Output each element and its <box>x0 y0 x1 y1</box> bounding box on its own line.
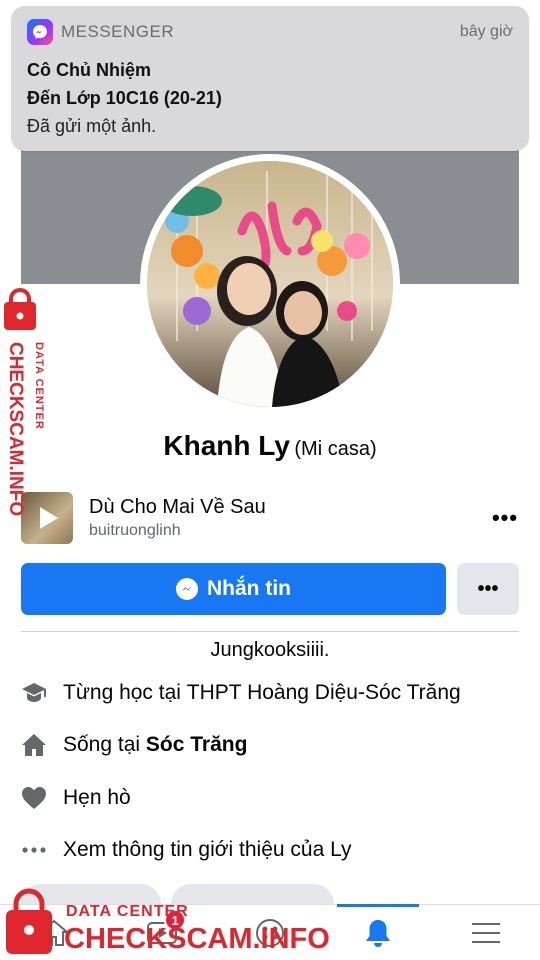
profile-picture <box>147 161 393 407</box>
info-lives-in[interactable]: Sống tại Sóc Trăng <box>21 725 519 765</box>
watermark-center-vertical: DATA CENTER <box>33 342 45 430</box>
messenger-app-icon <box>27 19 53 45</box>
notification-group: Đến Lớp 10C16 (20-21) <box>27 88 222 108</box>
profile-name-row: Khanh Ly (Mi casa) <box>0 430 540 462</box>
song-title: Dù Cho Mai Về Sau <box>89 496 266 518</box>
watermark-brand-vertical: CHECKSCAM.INFO <box>5 342 26 516</box>
song-artist: buitruonglinh <box>89 522 181 539</box>
hamburger-menu-icon <box>472 923 500 943</box>
message-button[interactable]: Nhắn tin <box>21 563 446 615</box>
song-more-button[interactable]: ••• <box>491 505 519 531</box>
side-watermark: CHECKSCAM.INFO DATA CENTER <box>4 288 45 516</box>
notification-app-name: MESSENGER <box>61 22 175 41</box>
home-icon <box>21 732 47 758</box>
lives-prefix: Sống tại <box>63 733 141 756</box>
lives-place: Sóc Trăng <box>145 733 248 756</box>
info-dating[interactable]: Hẹn hò <box>21 778 519 818</box>
profile-actions: Nhắn tin ••• <box>21 563 519 615</box>
see-about-label: Xem thông tin giới thiệu của Ly <box>63 838 352 861</box>
info-see-about[interactable]: Xem thông tin giới thiệu của Ly <box>21 830 519 870</box>
watermark-brand: CHECKSCAM.INFO <box>64 923 330 955</box>
divider <box>21 631 519 632</box>
bell-icon <box>366 920 390 947</box>
graduation-cap-icon <box>21 680 47 706</box>
active-tab-indicator <box>337 904 419 907</box>
heart-icon <box>21 785 47 811</box>
notification-time: bây giờ <box>459 23 513 40</box>
tab-notifications[interactable] <box>324 904 432 960</box>
watermark-center: DATA CENTER <box>66 903 189 920</box>
bottom-watermark: DATA CENTER CHECKSCAM.INFO <box>6 888 330 955</box>
notification-body: Đã gửi một ảnh. <box>27 116 157 136</box>
more-dots-icon <box>21 837 47 863</box>
message-button-label: Nhắn tin <box>207 577 291 600</box>
profile-music[interactable]: Dù Cho Mai Về Sau buitruonglinh ••• <box>21 490 519 546</box>
profile-name: Khanh Ly <box>163 430 290 461</box>
profile-picture-frame[interactable] <box>140 154 400 414</box>
more-options-button[interactable]: ••• <box>457 563 519 615</box>
info-education[interactable]: Từng học tại THPT Hoàng Diệu-Sóc Trăng <box>21 673 519 713</box>
dating-label: Hẹn hò <box>63 786 131 809</box>
tab-menu[interactable] <box>432 905 540 960</box>
profile-bio: Jungkooksiiii. <box>210 639 330 661</box>
messenger-icon <box>176 578 198 600</box>
education-place: THPT Hoàng Diệu-Sóc Trăng <box>186 681 461 704</box>
notification-sender: Cô Chủ Nhiệm <box>27 60 151 80</box>
profile-photo <box>147 161 393 407</box>
messenger-notification[interactable]: MESSENGER bây giờ Cô Chủ Nhiệm Đến Lớp 1… <box>11 6 529 151</box>
education-prefix: Từng học tại <box>63 681 181 704</box>
profile-nickname: (Mi casa) <box>294 438 377 460</box>
